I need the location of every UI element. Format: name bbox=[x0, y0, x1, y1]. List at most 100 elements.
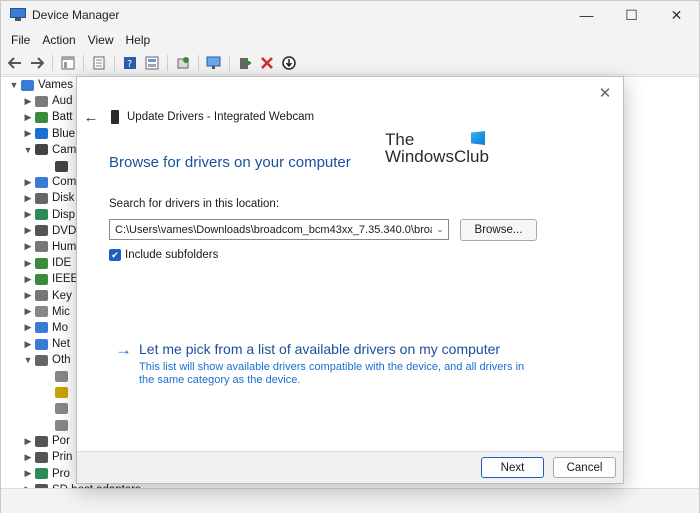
chevron-right-icon[interactable]: ▶ bbox=[21, 258, 35, 269]
device-icon bbox=[55, 419, 68, 431]
menu-file[interactable]: File bbox=[5, 33, 36, 47]
chevron-down-icon[interactable]: ▼ bbox=[21, 355, 35, 365]
next-button[interactable]: Next bbox=[481, 457, 544, 478]
pick-from-list-title[interactable]: Let me pick from a list of available dri… bbox=[139, 341, 539, 358]
device-icon bbox=[35, 451, 48, 463]
browse-button[interactable]: Browse... bbox=[460, 219, 537, 241]
cancel-button[interactable]: Cancel bbox=[553, 457, 616, 478]
update-driver-icon[interactable] bbox=[173, 53, 193, 73]
chevron-right-icon[interactable]: ▶ bbox=[21, 322, 35, 333]
device-icon bbox=[35, 144, 48, 156]
device-icon bbox=[35, 111, 48, 123]
properties-icon[interactable] bbox=[89, 53, 109, 73]
toolbar-separator bbox=[198, 54, 199, 71]
arrow-right-icon: → bbox=[115, 340, 132, 359]
maximize-button[interactable]: ☐ bbox=[609, 1, 654, 29]
driver-path-combobox[interactable]: C:\Users\vames\Downloads\broadcom_bcm43x… bbox=[109, 219, 449, 240]
back-arrow-icon[interactable]: ← bbox=[82, 108, 100, 126]
include-subfolders-checkbox[interactable]: ✔ bbox=[109, 249, 121, 261]
show-hide-icon[interactable] bbox=[58, 53, 78, 73]
close-button[interactable]: ✕ bbox=[654, 1, 699, 29]
device-icon bbox=[55, 370, 68, 382]
tree-item-label: Blue bbox=[52, 127, 76, 140]
device-icon bbox=[55, 387, 68, 399]
chevron-right-icon[interactable]: ▶ bbox=[21, 274, 35, 285]
watermark-logo: The WindowsClub bbox=[385, 131, 495, 165]
toolbar-separator bbox=[229, 54, 230, 71]
driver-path-value[interactable]: C:\Users\vames\Downloads\broadcom_bcm43x… bbox=[110, 224, 432, 236]
svg-text:?: ? bbox=[127, 59, 132, 70]
tree-item-label: IEEE bbox=[52, 273, 79, 286]
minimize-button[interactable]: — bbox=[564, 1, 609, 29]
chevron-right-icon[interactable]: ▶ bbox=[21, 290, 35, 301]
include-subfolders-row[interactable]: ✔ Include subfolders bbox=[109, 249, 218, 261]
device-icon bbox=[55, 160, 68, 172]
device-icon bbox=[35, 338, 48, 350]
dialog-heading: Browse for drivers on your computer bbox=[109, 154, 351, 171]
pick-from-list-link[interactable]: → Let me pick from a list of available d… bbox=[115, 341, 539, 387]
chevron-down-icon[interactable]: ⌄ bbox=[432, 220, 448, 239]
forward-icon[interactable] bbox=[27, 53, 47, 73]
pick-from-list-description: This list will show available drivers co… bbox=[139, 361, 525, 386]
tree-item-label: Prin bbox=[52, 451, 73, 464]
tree-item-label: Disk bbox=[52, 192, 75, 205]
chevron-right-icon[interactable]: ▶ bbox=[21, 177, 35, 188]
device-icon bbox=[35, 176, 48, 188]
window-controls: — ☐ ✕ bbox=[564, 1, 699, 29]
menu-bar: File Action View Help bbox=[1, 29, 699, 51]
window-title: Device Manager bbox=[32, 8, 120, 22]
update-drivers-dialog: ✕ ← Update Drivers - Integrated Webcam T… bbox=[76, 76, 624, 484]
disable-icon[interactable] bbox=[279, 53, 299, 73]
chevron-right-icon[interactable]: ▶ bbox=[21, 339, 35, 350]
device-icon bbox=[35, 192, 48, 204]
toolbar-separator bbox=[83, 54, 84, 71]
add-driver-icon[interactable] bbox=[235, 53, 255, 73]
chevron-right-icon[interactable]: ▶ bbox=[21, 241, 35, 252]
uninstall-icon[interactable] bbox=[257, 53, 277, 73]
device-icon bbox=[35, 225, 48, 237]
dialog-close-button[interactable]: ✕ bbox=[595, 83, 615, 103]
device-icon bbox=[35, 322, 48, 334]
chevron-right-icon[interactable]: ▶ bbox=[21, 128, 35, 139]
chevron-right-icon[interactable]: ▶ bbox=[21, 209, 35, 220]
device-icon bbox=[55, 403, 68, 415]
tree-item-label: Pro bbox=[52, 467, 70, 480]
device-icon bbox=[35, 468, 48, 480]
chevron-down-icon[interactable]: ▼ bbox=[21, 145, 35, 155]
device-icon bbox=[35, 241, 48, 253]
watermark-line2: WindowsClub bbox=[385, 147, 489, 166]
scan-hardware-icon[interactable] bbox=[204, 53, 224, 73]
chevron-right-icon[interactable]: ▶ bbox=[21, 306, 35, 317]
menu-view[interactable]: View bbox=[82, 33, 120, 47]
dialog-footer: Next Cancel bbox=[77, 451, 623, 483]
menu-help[interactable]: Help bbox=[120, 33, 157, 47]
tree-item-label: Com bbox=[52, 176, 77, 189]
toolbar-separator bbox=[114, 54, 115, 71]
title-bar: Device Manager — ☐ ✕ bbox=[1, 1, 699, 29]
chevron-right-icon[interactable]: ▶ bbox=[21, 452, 35, 463]
include-subfolders-label[interactable]: Include subfolders bbox=[125, 249, 218, 261]
tree-item-label: DVD bbox=[52, 224, 77, 237]
device-manager-icon bbox=[10, 8, 26, 22]
chevron-right-icon[interactable]: ▶ bbox=[21, 96, 35, 107]
view-icon[interactable] bbox=[142, 53, 162, 73]
chevron-right-icon[interactable]: ▶ bbox=[21, 468, 35, 479]
chevron-right-icon[interactable]: ▶ bbox=[21, 193, 35, 204]
chevron-right-icon[interactable]: ▶ bbox=[21, 225, 35, 236]
help-icon[interactable]: ? bbox=[120, 53, 140, 73]
toolbar-separator bbox=[167, 54, 168, 71]
tree-item-label: IDE bbox=[52, 257, 72, 270]
device-icon bbox=[35, 354, 48, 366]
back-icon[interactable] bbox=[5, 53, 25, 73]
tree-item-label: Hum bbox=[52, 240, 77, 253]
device-icon bbox=[35, 209, 48, 221]
device-icon bbox=[35, 290, 48, 302]
webcam-device-icon bbox=[111, 110, 119, 124]
device-icon bbox=[35, 128, 48, 140]
chevron-right-icon[interactable]: ▶ bbox=[21, 112, 35, 123]
tree-item-label: Net bbox=[52, 338, 70, 351]
menu-action[interactable]: Action bbox=[36, 33, 81, 47]
device-icon bbox=[35, 273, 48, 285]
chevron-down-icon[interactable]: ▼ bbox=[7, 80, 21, 90]
chevron-right-icon[interactable]: ▶ bbox=[21, 436, 35, 447]
